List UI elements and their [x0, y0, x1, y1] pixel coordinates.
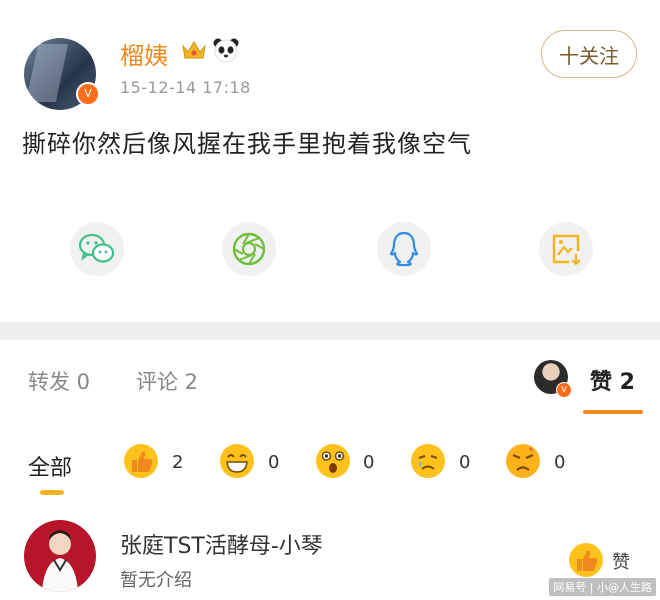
crown-icon [182, 41, 206, 59]
like-label: 赞 [612, 552, 630, 573]
tab-comment[interactable]: 评论 2 [136, 366, 198, 396]
share-wechat-button[interactable] [70, 222, 124, 276]
qq-icon [389, 231, 419, 267]
verified-badge: V [76, 82, 100, 106]
post-text: 撕碎你然后像风握在我手里抱着我像空气 [22, 130, 472, 158]
surprised-icon[interactable] [315, 443, 351, 479]
follow-button[interactable]: 十关注 [541, 30, 637, 78]
author-name[interactable]: 榴姨 [120, 36, 168, 71]
post-timestamp: 15-12-14 17:18 [120, 78, 251, 97]
filter-all[interactable]: 全部 [28, 450, 72, 482]
post-card: V 榴姨 15-12-14 17:18 十关注 撕碎你然后像风握在我手里抱着我像… [0, 0, 660, 322]
tab-like[interactable]: 赞 2 [590, 364, 635, 396]
section-divider [0, 322, 660, 340]
save-image-button[interactable] [539, 222, 593, 276]
person-icon [42, 530, 78, 592]
watermark: 网易号 | 小@人生路 [549, 578, 656, 596]
share-moments-button[interactable] [222, 222, 276, 276]
panda-icon [213, 38, 239, 63]
grin-icon[interactable] [219, 443, 255, 479]
liker-name[interactable]: 张庭TST活酵母-小琴 [120, 528, 323, 560]
reaction-count: 0 [268, 452, 280, 473]
reaction-count: 0 [554, 452, 566, 473]
tab-repost[interactable]: 转发 0 [28, 366, 90, 396]
verified-badge: V [556, 382, 572, 398]
share-qq-button[interactable] [377, 222, 431, 276]
interaction-tabs: 转发 0 评论 2 V 赞 2 [0, 340, 660, 419]
angry-icon[interactable] [505, 443, 541, 479]
moments-icon [232, 232, 266, 266]
filter-indicator [40, 490, 64, 495]
active-tab-indicator [583, 410, 643, 414]
thumbs-up-icon [569, 543, 603, 577]
reactions-panel: 全部 2 0 0 0 0 张庭TST活酵母-小琴 暂无介绍 赞 [0, 418, 660, 600]
liker-avatar[interactable] [24, 520, 96, 592]
save-image-icon [552, 234, 581, 266]
liker-intro: 暂无介绍 [120, 570, 192, 591]
sad-icon[interactable] [410, 443, 446, 479]
liker-avatar-small: V [534, 360, 572, 398]
wechat-icon [78, 233, 115, 263]
reaction-count: 0 [363, 452, 375, 473]
reaction-count: 2 [172, 452, 184, 473]
reaction-count: 0 [459, 452, 471, 473]
thumbs-up-icon[interactable] [123, 443, 159, 479]
